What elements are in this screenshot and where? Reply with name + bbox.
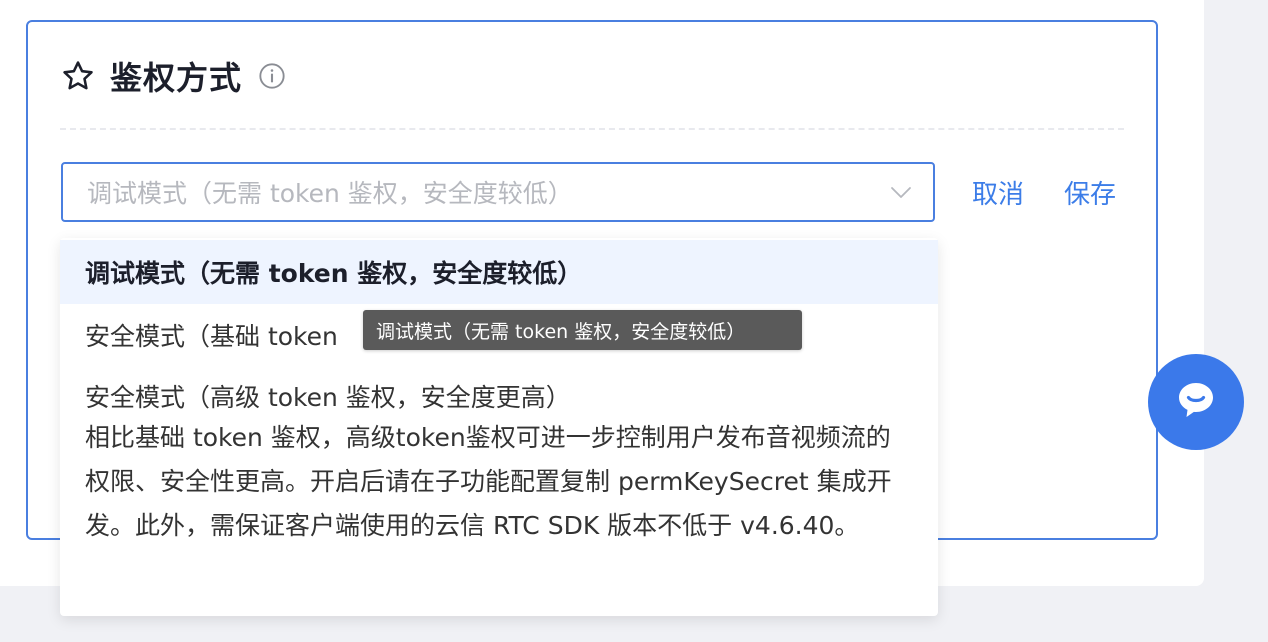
chat-bubble-icon: [1171, 375, 1221, 429]
option-label: 安全模式（高级 token 鉴权，安全度更高）: [85, 383, 571, 412]
option-description: 相比基础 token 鉴权，高级token鉴权可进一步控制用户发布音视频流的权限…: [85, 423, 892, 540]
save-button[interactable]: 保存: [1064, 174, 1116, 211]
chevron-down-icon: [889, 180, 913, 204]
header-divider: [60, 128, 1124, 130]
option-debug-mode[interactable]: 调试模式（无需 token 鉴权，安全度较低）: [60, 240, 938, 304]
chat-support-button[interactable]: [1148, 354, 1244, 450]
option-advanced-security-mode[interactable]: 安全模式（高级 token 鉴权，安全度更高） 相比基础 token 鉴权，高级…: [60, 366, 938, 616]
info-icon[interactable]: [258, 62, 286, 90]
card-header: 鉴权方式: [60, 56, 286, 97]
cancel-button[interactable]: 取消: [972, 174, 1024, 211]
option-tooltip: 调试模式（无需 token 鉴权，安全度较低）: [363, 310, 802, 350]
auth-mode-dropdown: 调试模式（无需 token 鉴权，安全度较低） 安全模式（基础 token 安全…: [60, 238, 938, 616]
auth-mode-select[interactable]: 调试模式（无需 token 鉴权，安全度较低）: [61, 162, 935, 222]
option-label: 调试模式（无需 token 鉴权，安全度较低）: [85, 259, 583, 288]
star-icon[interactable]: [60, 58, 96, 94]
select-value: 调试模式（无需 token 鉴权，安全度较低）: [87, 179, 573, 208]
card-title: 鉴权方式: [110, 59, 243, 97]
option-label: 安全模式（基础 token: [85, 322, 338, 351]
